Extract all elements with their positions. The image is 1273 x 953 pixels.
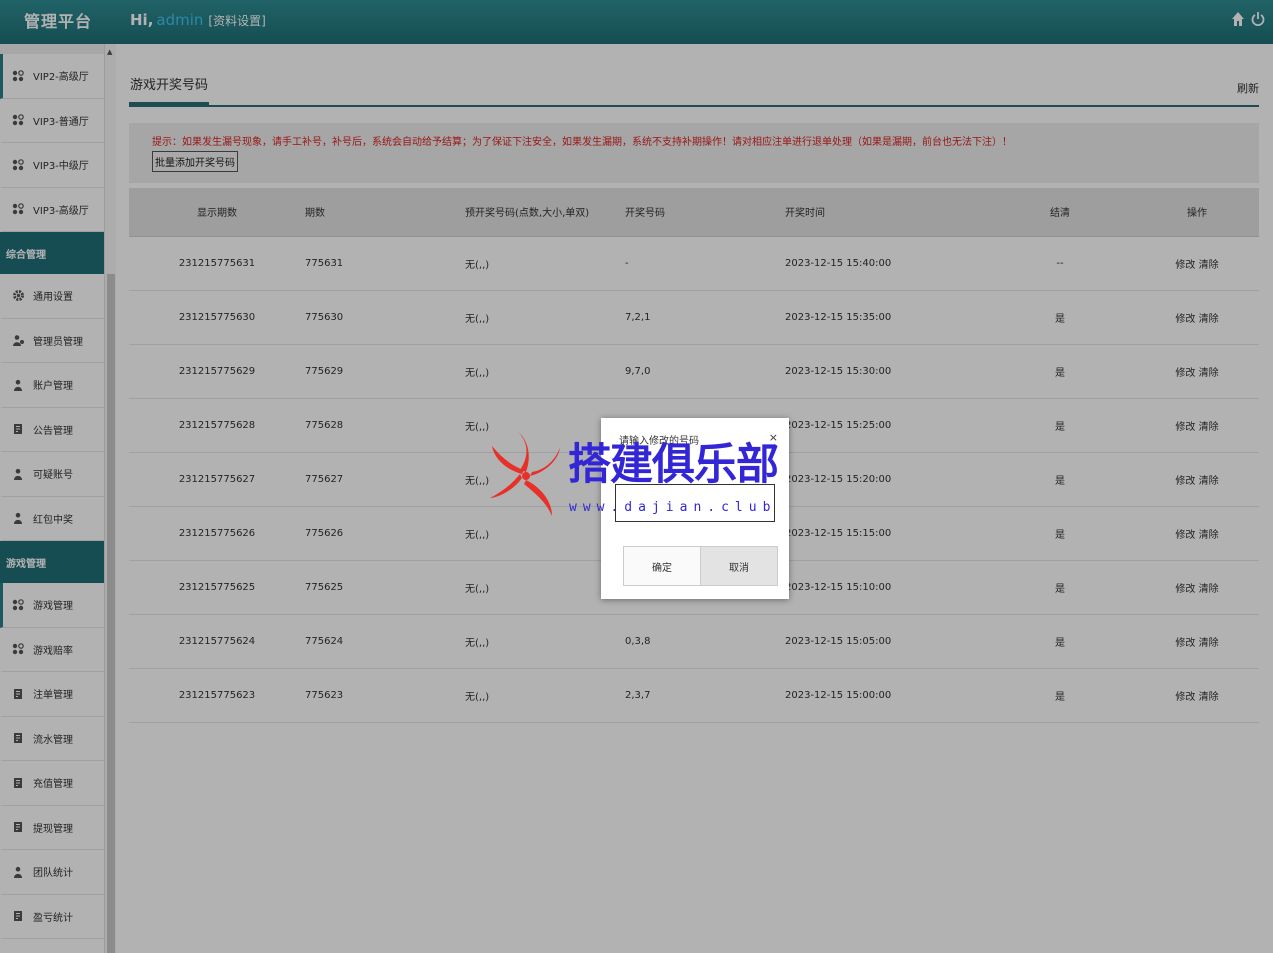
confirm-button[interactable]: 确定 [624, 547, 700, 585]
edit-number-dialog: 请输入修改的号码 × 确定 取消 [601, 418, 789, 599]
number-input[interactable] [615, 484, 775, 522]
cancel-button[interactable]: 取消 [700, 547, 777, 585]
dialog-title: 请输入修改的号码 [619, 436, 699, 447]
dialog-buttons: 确定 取消 [623, 546, 778, 586]
close-icon[interactable]: × [769, 431, 778, 444]
